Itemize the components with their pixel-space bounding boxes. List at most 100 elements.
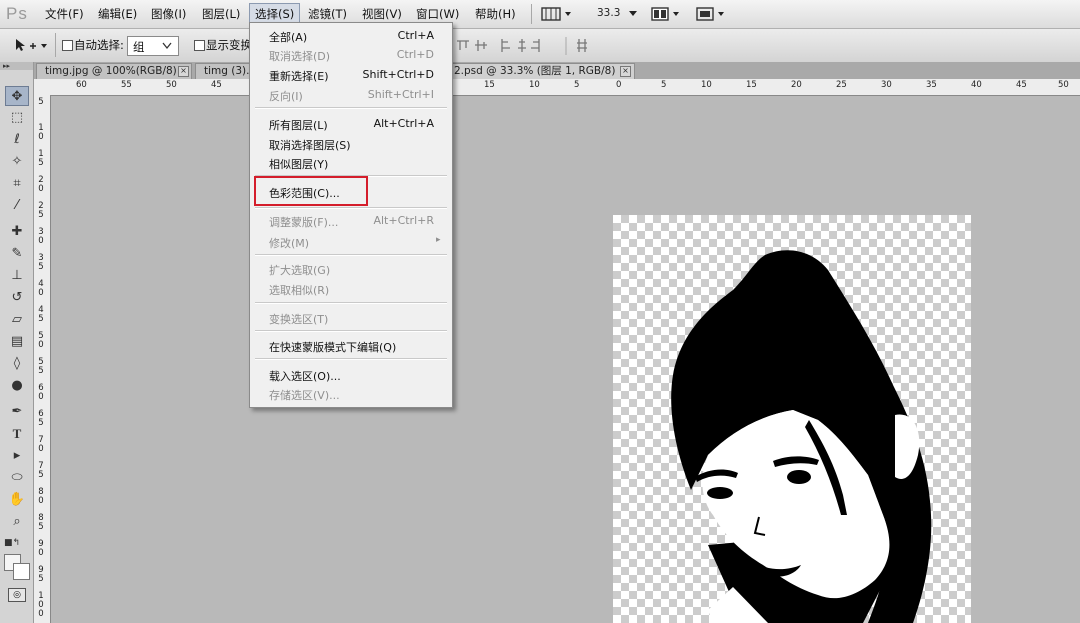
menu-item-all-layers[interactable]: 所有图层(L) bbox=[269, 117, 328, 133]
menu-item-deselect-layers[interactable]: 取消选择图层(S) bbox=[269, 137, 351, 153]
move-icon[interactable]: ✥ bbox=[5, 86, 29, 106]
auto-select-label: 自动选择: bbox=[74, 38, 124, 52]
ruler-tick-label: 15 bbox=[746, 80, 757, 90]
ruler-tick-label: 10 bbox=[701, 80, 712, 90]
ruler-tick-label: 5 bbox=[38, 97, 44, 107]
menu-item-inverse[interactable]: 反向(I) bbox=[269, 88, 303, 104]
close-icon[interactable]: × bbox=[178, 66, 189, 77]
toolbox-collapse-icon[interactable]: ▸▸ bbox=[0, 62, 33, 70]
menu-window[interactable]: 窗口(W) bbox=[416, 6, 459, 22]
menu-file[interactable]: 文件(F) bbox=[45, 6, 84, 22]
blur-icon[interactable]: ◊ bbox=[5, 354, 29, 374]
document-canvas[interactable] bbox=[613, 215, 971, 623]
menu-item-similar[interactable]: 选取相似(R) bbox=[269, 282, 329, 298]
menu-separator bbox=[255, 302, 447, 304]
tab-timg-jpg[interactable]: timg.jpg @ 100%(RGB/8) bbox=[36, 63, 192, 79]
menu-filter[interactable]: 滤镜(T) bbox=[308, 6, 347, 22]
ruler-tick-label: 50 bbox=[166, 80, 177, 90]
ruler-tick-label: 45 bbox=[1016, 80, 1027, 90]
menu-item-save-selection[interactable]: 存储选区(V)... bbox=[269, 387, 340, 403]
ruler-tick-label: 10 bbox=[529, 80, 540, 90]
menu-separator bbox=[255, 254, 447, 256]
ruler-tick-label: 5 bbox=[661, 80, 667, 90]
healing-brush-icon[interactable]: ✚ bbox=[5, 222, 29, 242]
tab-2-psd[interactable]: 2.psd @ 33.3% (图层 1, RGB/8) bbox=[445, 63, 635, 79]
zoom-dropdown-icon[interactable] bbox=[627, 8, 639, 18]
ruler-tick-label: 35 bbox=[926, 80, 937, 90]
zoom-icon[interactable]: ⌕ bbox=[5, 512, 29, 532]
tab-timg-3[interactable]: timg (3). bbox=[195, 63, 251, 79]
ruler-tick-label: 30 bbox=[881, 80, 892, 90]
crop-icon[interactable]: ⌗ bbox=[5, 174, 29, 194]
bridge-view-icon[interactable] bbox=[541, 6, 573, 22]
menu-item-reselect[interactable]: 重新选择(E) bbox=[269, 68, 329, 84]
ruler-tick-label: 3 5 bbox=[38, 253, 44, 272]
shortcut-select-all: Ctrl+A bbox=[397, 29, 434, 42]
ruler-tick-label: 9 0 bbox=[38, 539, 44, 558]
ruler-tick-label: 7 5 bbox=[38, 461, 44, 480]
background-color-swatch[interactable] bbox=[13, 563, 30, 580]
menu-edit[interactable]: 编辑(E) bbox=[98, 6, 137, 22]
ellipse-icon[interactable]: ⬭ bbox=[5, 468, 29, 488]
menu-item-similar-layers[interactable]: 相似图层(Y) bbox=[269, 156, 328, 172]
pen-icon[interactable]: ✒ bbox=[5, 402, 29, 422]
menu-item-deselect[interactable]: 取消选择(D) bbox=[269, 48, 330, 64]
menu-item-transform-selection[interactable]: 变换选区(T) bbox=[269, 311, 328, 327]
dodge-icon[interactable]: ● bbox=[5, 376, 29, 396]
quick-mask-icon[interactable]: ◎ bbox=[8, 588, 26, 602]
zoom-level[interactable]: 33.3 bbox=[597, 7, 620, 19]
menu-separator bbox=[255, 330, 447, 332]
auto-select-checkbox[interactable] bbox=[62, 40, 73, 51]
menu-view[interactable]: 视图(V) bbox=[362, 6, 402, 22]
menu-separator bbox=[255, 207, 447, 209]
ruler-tick-label: 50 bbox=[1058, 80, 1069, 90]
color-range-highlight-box bbox=[254, 176, 368, 206]
menu-item-quick-mask[interactable]: 在快速蒙版模式下编辑(Q) bbox=[269, 339, 396, 355]
menu-help[interactable]: 帮助(H) bbox=[475, 6, 516, 22]
ruler-tick-label: 20 bbox=[791, 80, 802, 90]
ruler-tick-label: 7 0 bbox=[38, 435, 44, 454]
gradient-icon[interactable]: ▤ bbox=[5, 332, 29, 352]
portrait-image bbox=[671, 250, 932, 623]
ruler-tick-label: 25 bbox=[836, 80, 847, 90]
arrange-documents-icon[interactable] bbox=[651, 6, 683, 22]
ruler-tick-label: 5 bbox=[574, 80, 580, 90]
eraser-icon[interactable]: ▱ bbox=[5, 310, 29, 330]
history-brush-icon[interactable]: ↺ bbox=[5, 288, 29, 308]
show-transform-checkbox[interactable] bbox=[194, 40, 205, 51]
menubar-divider bbox=[531, 4, 532, 24]
ruler-tick-label: 3 0 bbox=[38, 227, 44, 246]
lasso-icon[interactable]: ℓ bbox=[5, 130, 29, 150]
ruler-tick-label: 9 5 bbox=[38, 565, 44, 584]
clone-stamp-icon[interactable]: ⊥ bbox=[5, 266, 29, 286]
align-distribute-icons[interactable] bbox=[455, 36, 595, 56]
menu-item-select-all[interactable]: 全部(A) bbox=[269, 29, 307, 45]
brush-icon[interactable]: ✎ bbox=[5, 244, 29, 264]
menu-item-grow[interactable]: 扩大选取(G) bbox=[269, 262, 330, 278]
menu-item-load-selection[interactable]: 载入选区(O)... bbox=[269, 368, 341, 384]
ruler-tick-label: 2 0 bbox=[38, 175, 44, 194]
menu-layer[interactable]: 图层(L) bbox=[202, 6, 240, 22]
ruler-corner bbox=[34, 79, 51, 96]
eyedropper-icon[interactable]: ⁄ bbox=[5, 196, 29, 216]
shortcut-reselect: Shift+Ctrl+D bbox=[362, 68, 434, 81]
magic-wand-icon[interactable]: ✧ bbox=[5, 152, 29, 172]
move-tool-icon[interactable] bbox=[14, 38, 48, 54]
marquee-icon[interactable]: ⬚ bbox=[5, 108, 29, 128]
path-selection-icon[interactable]: ▸ bbox=[5, 446, 29, 466]
ruler-tick-label: 1 0 0 bbox=[38, 591, 44, 619]
show-transform-label: 显示变换 bbox=[206, 38, 252, 52]
menu-item-modify[interactable]: 修改(M) bbox=[269, 235, 309, 251]
menu-image[interactable]: 图像(I) bbox=[151, 6, 186, 22]
ruler-tick-label: 5 5 bbox=[38, 357, 44, 376]
ruler-tick-label: 0 bbox=[616, 80, 622, 90]
hand-icon[interactable]: ✋ bbox=[5, 490, 29, 510]
screen-mode-icon[interactable] bbox=[696, 6, 728, 22]
shortcut-refine-mask: Alt+Ctrl+R bbox=[373, 214, 434, 227]
type-icon[interactable]: T bbox=[5, 424, 29, 444]
default-colors-icon[interactable]: ■↰ bbox=[4, 538, 20, 548]
submenu-arrow-icon: ▸ bbox=[436, 235, 441, 245]
ruler-tick-label: 8 5 bbox=[38, 513, 44, 532]
close-icon[interactable]: × bbox=[620, 66, 631, 77]
shortcut-deselect: Ctrl+D bbox=[396, 48, 434, 61]
